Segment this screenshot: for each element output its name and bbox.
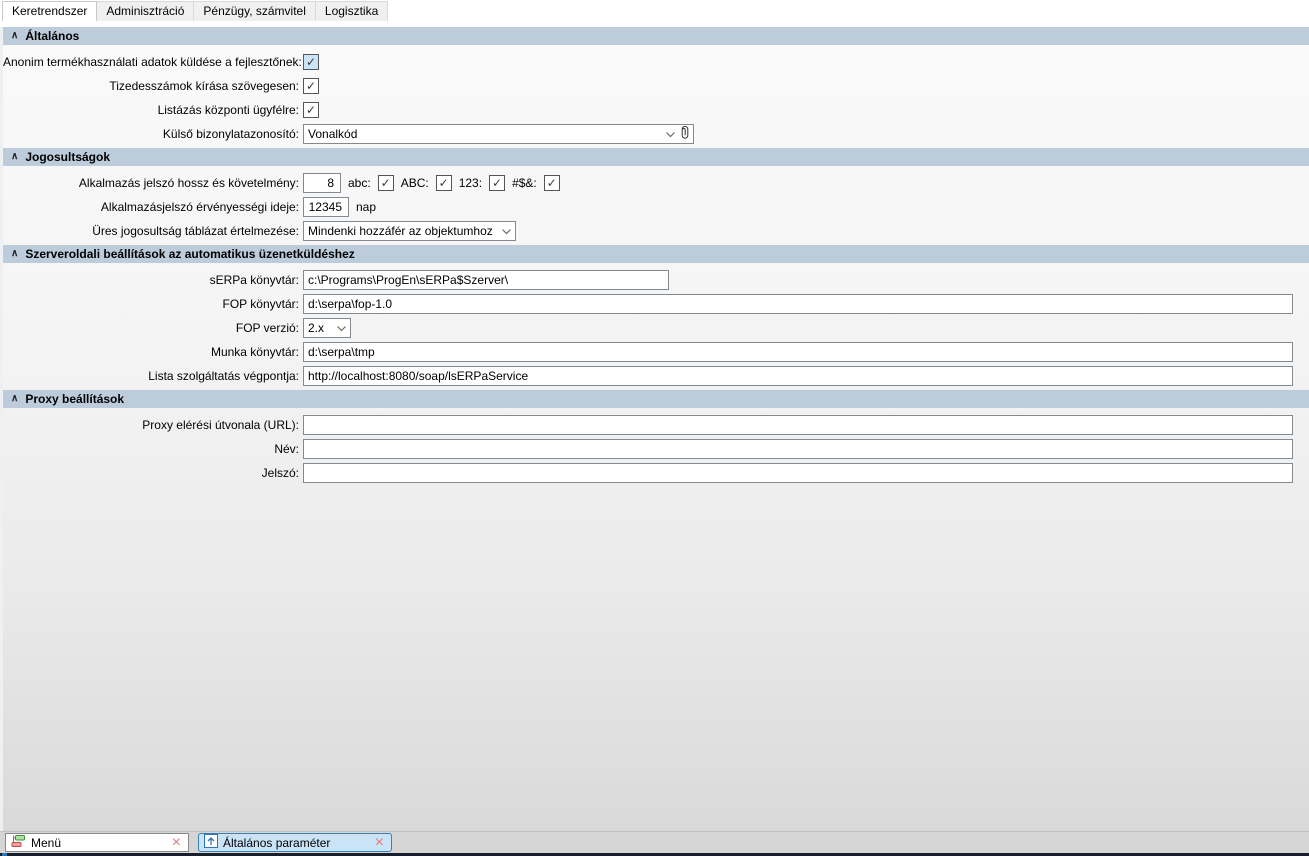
proxy-url-input[interactable] [303,415,1293,435]
field-row: Anonim termékhasználati adatok küldése a… [3,52,1309,72]
tab-penzugy-szamvitel[interactable]: Pénzügy, számvitel [193,1,316,21]
chevron-down-icon[interactable] [665,127,676,141]
task-tab-menu[interactable]: Menü × [5,833,189,852]
empty-rights-label: Üres jogosultság táblázat értelmezése: [92,224,299,238]
section-body-jogosultsagok: Alkalmazás jelszó hossz és követelmény: … [3,166,1309,245]
symbols-checkbox[interactable]: ✓ [543,175,560,191]
field-row: Név: [3,439,1309,459]
paperclip-icon[interactable] [680,125,690,143]
anonim-label: Anonim termékhasználati adatok küldése a… [3,55,302,69]
field-row: FOP könyvtár: [3,294,1309,314]
password-requirement-checkgroup: abc: ✓ ABC: ✓ 123: ✓ #$&: ✓ [348,175,560,191]
fop-version-select[interactable]: 2.x [303,318,351,338]
menu-tree-icon [11,834,26,851]
proxy-password-label: Jelszó: [261,466,299,480]
window-up-arrow-icon [204,834,218,851]
numbers-checkbox[interactable]: ✓ [489,175,506,191]
settings-panel: ∧ Általános Anonim termékhasználati adat… [0,27,1309,831]
combobox-value: Vonalkód [308,127,358,141]
section-title: Proxy beállítások [25,392,125,406]
section-title: Általános [25,29,80,43]
proxy-name-input[interactable] [303,439,1293,459]
tab-logisztika[interactable]: Logisztika [314,1,389,21]
serpa-dir-input[interactable] [303,270,669,290]
listazas-checkbox[interactable]: ✓ [303,102,319,118]
field-row: sERPa könyvtár: [3,270,1309,290]
field-row: Lista szolgáltatás végpontja: [3,366,1309,386]
password-length-input[interactable] [303,173,341,193]
empty-rights-select[interactable]: Mindenki hozzáfér az objektumhoz [303,221,516,241]
kulso-bizonylat-combobox[interactable]: Vonalkód [303,124,694,144]
kulso-bizonylat-label: Külső bizonylatazonosító: [162,127,299,141]
password-validity-unit: nap [356,200,377,214]
list-endpoint-label: Lista szolgáltatás végpontja: [148,369,299,383]
collapse-icon[interactable]: ∧ [11,394,18,404]
work-dir-input[interactable] [303,342,1293,362]
tizedes-label: Tizedesszámok kírása szövegesen: [109,79,299,93]
field-row: Listázás központi ügyfélre: ✓ [3,100,1309,120]
section-title: Szerveroldali beállítások az automatikus… [25,247,355,261]
list-endpoint-input[interactable] [303,366,1293,386]
field-row: Proxy elérési útvonala (URL): [3,415,1309,435]
proxy-url-label: Proxy elérési útvonala (URL): [142,418,299,432]
tab-keretrendszer[interactable]: Keretrendszer [2,1,98,21]
task-tab-altalanos-parameter[interactable]: Általános paraméter × [198,833,392,852]
section-header-szerveroldali[interactable]: ∧ Szerveroldali beállítások az automatik… [3,245,1309,263]
serpa-dir-label: sERPa könyvtár: [209,273,299,287]
collapse-icon[interactable]: ∧ [11,249,18,259]
section-title: Jogosultságok [25,150,111,164]
listazas-label: Listázás központi ügyfélre: [157,103,299,117]
task-tab-label: Általános paraméter [223,835,331,850]
fop-version-label: FOP verzió: [235,321,299,335]
abc-upper-checkbox[interactable]: ✓ [435,175,452,191]
collapse-icon[interactable]: ∧ [11,152,18,162]
section-body-szerveroldali: sERPa könyvtár: FOP könyvtár: FOP verzió… [3,263,1309,390]
work-dir-label: Munka könyvtár: [210,345,299,359]
section-body-altalanos: Anonim termékhasználati adatok küldése a… [3,45,1309,148]
close-icon[interactable]: × [375,834,386,850]
field-row: Tizedesszámok kírása szövegesen: ✓ [3,76,1309,96]
abc-label: abc: [348,176,371,190]
tab-adminisztracio[interactable]: Adminisztráció [96,1,195,21]
fop-dir-input[interactable] [303,294,1293,314]
section-header-altalanos[interactable]: ∧ Általános [3,27,1309,45]
main-tabbar: Keretrendszer Adminisztráció Pénzügy, sz… [0,0,1309,21]
select-value: Mindenki hozzáfér az objektumhoz [308,224,493,238]
anonim-checkbox[interactable]: ✓ [303,54,319,70]
password-requirement-label: Alkalmazás jelszó hossz és követelmény: [78,176,299,190]
password-validity-label: Alkalmazásjelszó érvényességi ideje: [100,200,299,214]
select-value: 2.x [308,321,325,335]
collapse-icon[interactable]: ∧ [11,31,18,41]
tizedes-checkbox[interactable]: ✓ [303,78,319,94]
password-validity-input[interactable] [303,197,349,217]
fop-dir-label: FOP könyvtár: [222,297,299,311]
open-windows-taskbar: Menü × Általános paraméter × [0,831,1309,853]
field-row: Alkalmazás jelszó hossz és követelmény: … [3,173,1309,193]
section-header-proxy[interactable]: ∧ Proxy beállítások [3,390,1309,408]
field-row: Jelszó: [3,463,1309,483]
section-header-jogosultsagok[interactable]: ∧ Jogosultságok [3,148,1309,166]
chevron-down-icon[interactable] [336,321,347,335]
field-row: Üres jogosultság táblázat értelmezése: M… [3,221,1309,241]
field-row: Munka könyvtár: [3,342,1309,362]
symbols-label: #$&: [512,176,537,190]
field-row: Alkalmazásjelszó érvényességi ideje: nap [3,197,1309,217]
proxy-name-label: Név: [274,442,299,456]
abc-upper-label: ABC: [400,176,429,190]
close-icon[interactable]: × [172,834,183,850]
numbers-label: 123: [458,176,483,190]
field-row: Külső bizonylatazonosító: Vonalkód [3,124,1309,144]
task-tab-label: Menü [31,835,62,850]
chevron-down-icon[interactable] [501,224,512,238]
abc-checkbox[interactable]: ✓ [377,175,394,191]
proxy-password-input[interactable] [303,463,1293,483]
field-row: FOP verzió: 2.x [3,318,1309,338]
section-body-proxy: Proxy elérési útvonala (URL): Név: Jelsz… [3,408,1309,487]
